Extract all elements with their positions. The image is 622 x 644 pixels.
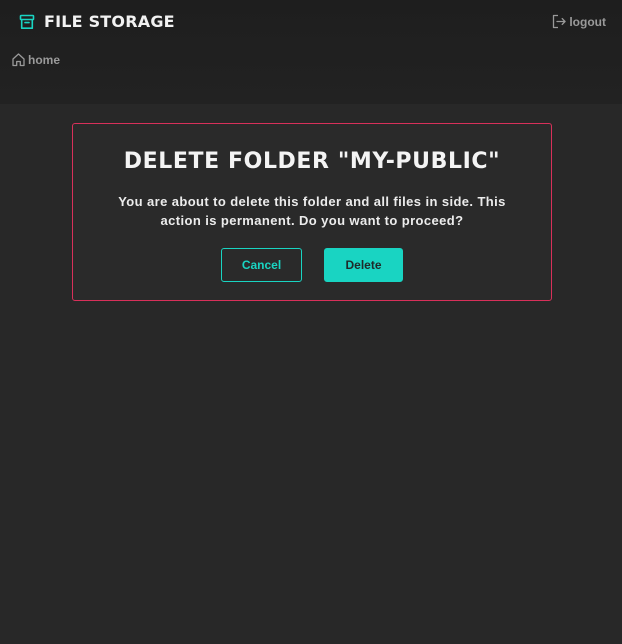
home-icon bbox=[11, 52, 26, 67]
breadcrumb-home[interactable]: home bbox=[11, 52, 60, 67]
logout-arrow-icon bbox=[552, 14, 567, 29]
logout-button[interactable]: logout bbox=[552, 14, 606, 29]
app-title: FILE STORAGE bbox=[44, 12, 175, 31]
delete-folder-dialog: DELETE FOLDER "MY-PUBLIC" You are about … bbox=[72, 123, 552, 301]
dialog-title: DELETE FOLDER "MY-PUBLIC" bbox=[123, 149, 501, 174]
breadcrumb-home-label: home bbox=[28, 52, 61, 67]
dialog-message-line-2: action is permanent. Do you want to proc… bbox=[160, 213, 464, 228]
archive-box-icon bbox=[19, 14, 35, 30]
logout-label: logout bbox=[569, 14, 606, 29]
dialog-message: You are about to delete this folder and … bbox=[103, 192, 521, 230]
delete-button[interactable]: Delete bbox=[324, 248, 403, 282]
app-header: FILE STORAGE logout home bbox=[0, 0, 622, 104]
dialog-message-line-1: You are about to delete this folder and … bbox=[118, 194, 506, 209]
brand: FILE STORAGE bbox=[19, 12, 175, 31]
cancel-button[interactable]: Cancel bbox=[221, 248, 302, 282]
